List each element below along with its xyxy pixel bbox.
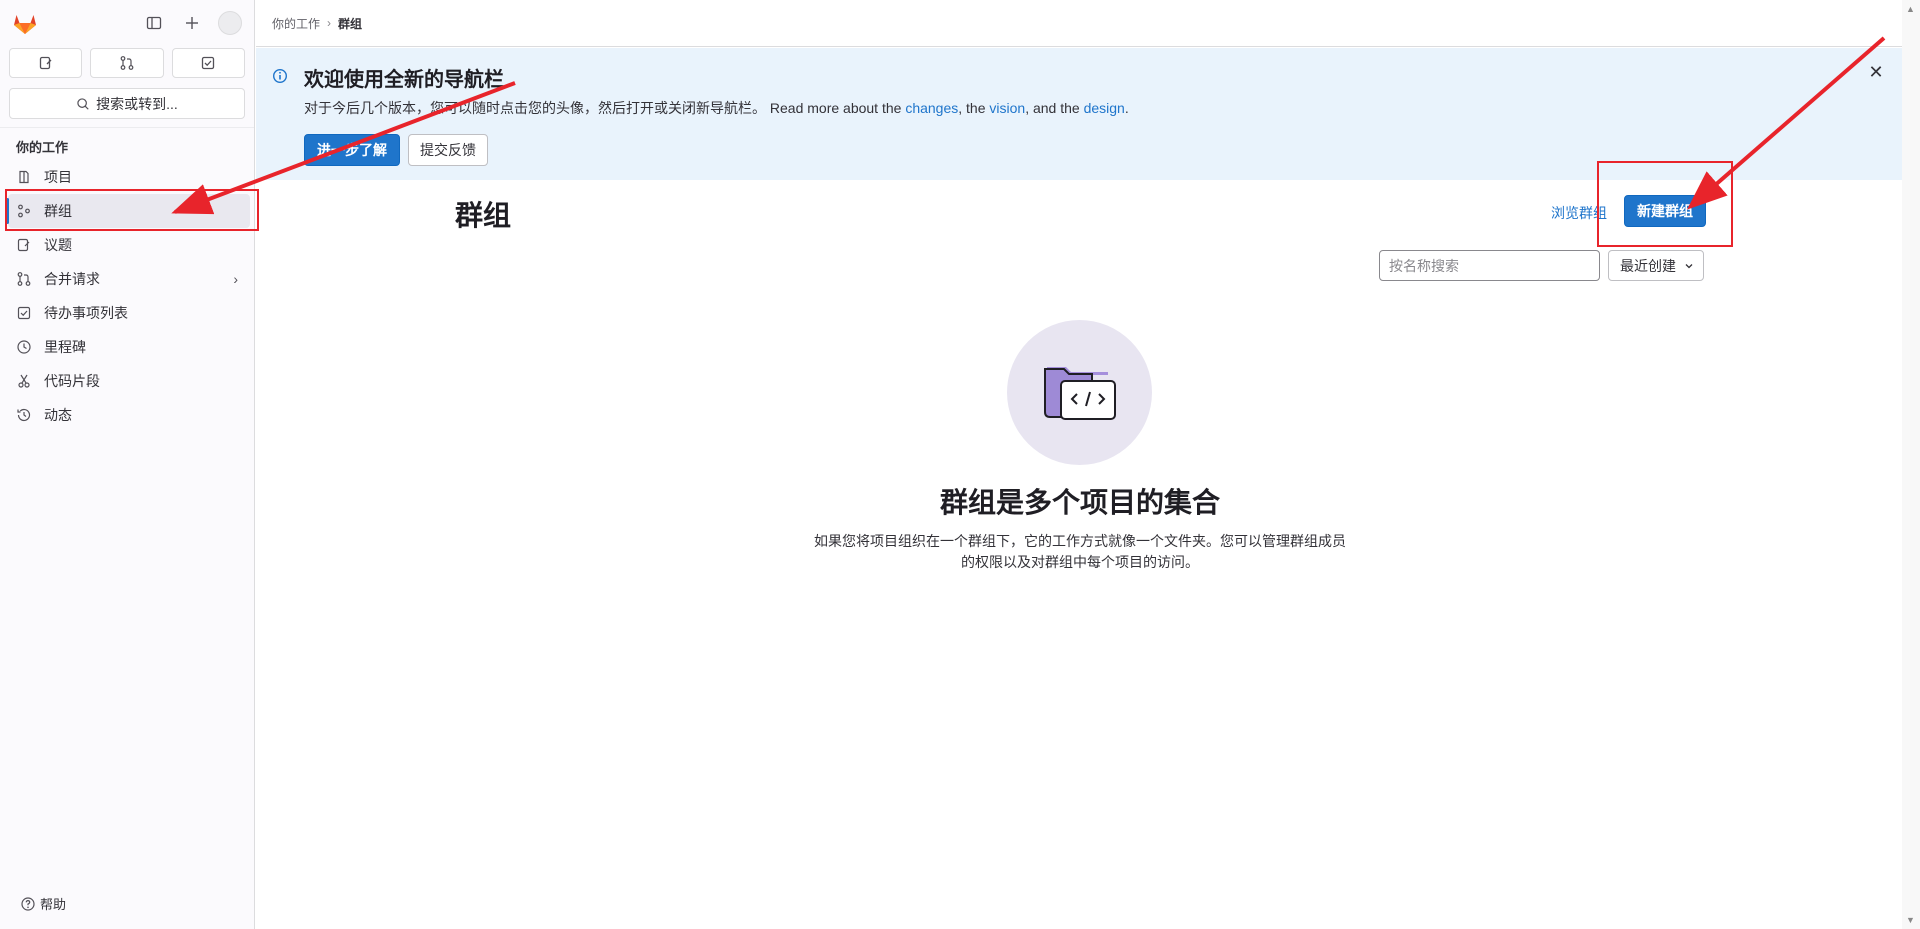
chevron-down-icon [1685, 263, 1693, 268]
todos-shortcut[interactable] [171, 48, 245, 78]
banner-text-sep1: , the [958, 100, 990, 116]
new-navigation-banner: 欢迎使用全新的导航栏 对于今后几个版本，您可以随时点击您的头像，然后打开或关闭新… [256, 48, 1902, 180]
folder-code-icon [1043, 366, 1116, 420]
sidebar-section-title: 你的工作 [16, 140, 69, 155]
merge-requests-shortcut[interactable] [90, 48, 164, 78]
sidebar-item-activity[interactable]: 动态 [8, 398, 250, 432]
banner-actions: 进一步了解 提交反馈 [304, 134, 488, 166]
issues-icon [16, 237, 32, 253]
sort-dropdown[interactable]: 最近创建 [1608, 250, 1704, 281]
project-icon [16, 169, 32, 185]
empty-state-title: 群组是多个项目的集合 [939, 487, 1220, 518]
help-icon [21, 896, 35, 911]
sidebar-search-label: 搜索或转到... [96, 95, 178, 112]
todo-icon [16, 305, 32, 321]
scroll-up-arrow-icon[interactable]: ▲ [1906, 4, 1915, 14]
sidebar-header [0, 0, 254, 46]
sidebar-item-label: 动态 [44, 407, 72, 423]
banner-text-sep2: , and the [1025, 100, 1084, 116]
sidebar-item-groups[interactable]: 群组 [6, 194, 250, 228]
sidebar-item-label: 合并请求 [44, 271, 100, 287]
sidebar-item-milestones[interactable]: 里程碑 [8, 330, 250, 364]
sidebar: 搜索或转到... 你的工作 项目 群组 议题 合并请求 › 待办事项列表 里程碑… [0, 0, 255, 929]
sidebar-item-label: 待办事项列表 [44, 305, 128, 321]
merge-request-icon [16, 271, 32, 287]
banner-text-suffix: . [1124, 100, 1129, 116]
merge-request-icon [120, 56, 134, 70]
new-group-button[interactable]: 新建群组 [1624, 195, 1706, 227]
empty-state-illustration [1007, 320, 1152, 465]
top-bar: 你的工作 › 群组 [256, 0, 1902, 47]
empty-state-description: 如果您将项目组织在一个群组下，它的工作方式就像一个文件夹。您可以管理群组成员的权… [814, 533, 1346, 570]
page-title: 群组 [455, 200, 512, 231]
avatar[interactable] [218, 11, 242, 35]
breadcrumb-current[interactable]: 群组 [338, 15, 362, 32]
banner-text-prefix: 对于今后几个版本，您可以随时点击您的头像，然后打开或关闭新导航栏。 Read m… [304, 100, 906, 116]
breadcrumb-parent[interactable]: 你的工作 [272, 15, 320, 32]
design-link[interactable]: design [1084, 100, 1125, 116]
search-icon [77, 97, 89, 110]
changes-link[interactable]: changes [905, 100, 958, 116]
snippet-icon [16, 373, 32, 389]
banner-text: 对于今后几个版本，您可以随时点击您的头像，然后打开或关闭新导航栏。 Read m… [304, 98, 1129, 118]
browse-groups-link[interactable]: 浏览群组 [1551, 203, 1607, 223]
sidebar-item-snippets[interactable]: 代码片段 [8, 364, 250, 398]
sidebar-item-label: 代码片段 [44, 373, 100, 389]
issues-icon [39, 56, 52, 70]
sidebar-item-label: 项目 [44, 169, 72, 185]
vision-link[interactable]: vision [989, 100, 1025, 116]
gitlab-logo[interactable] [12, 10, 38, 36]
help-button[interactable]: 帮助 [20, 894, 66, 913]
search-input[interactable] [1379, 250, 1600, 281]
issues-shortcut[interactable] [9, 48, 83, 78]
breadcrumb-separator: › [327, 16, 332, 30]
sidebar-item-todos[interactable]: 待办事项列表 [8, 296, 250, 330]
feedback-button[interactable]: 提交反馈 [408, 134, 488, 166]
activity-icon [16, 407, 32, 423]
learn-more-button[interactable]: 进一步了解 [304, 134, 400, 166]
toggle-sidebar-icon[interactable] [142, 11, 166, 35]
sidebar-item-label: 群组 [44, 203, 72, 219]
sort-dropdown-value: 最近创建 [1620, 257, 1676, 274]
sidebar-item-label: 里程碑 [44, 339, 86, 355]
sidebar-search-button[interactable]: 搜索或转到... [9, 88, 245, 119]
sidebar-item-issues[interactable]: 议题 [8, 228, 250, 262]
todo-icon [202, 56, 215, 70]
sidebar-item-projects[interactable]: 项目 [8, 160, 250, 194]
close-icon[interactable]: ✕ [1866, 62, 1886, 83]
sidebar-shortcuts [0, 46, 254, 78]
chevron-right-icon: › [233, 271, 238, 287]
group-icon [16, 203, 32, 219]
milestone-icon [16, 339, 32, 355]
info-icon [272, 68, 288, 84]
banner-title: 欢迎使用全新的导航栏 [304, 69, 504, 91]
scroll-down-arrow-icon[interactable]: ▼ [1906, 915, 1915, 925]
page-scrollbar[interactable]: ▲ ▼ [1902, 0, 1920, 929]
plus-icon[interactable] [180, 11, 204, 35]
sidebar-item-label: 议题 [44, 237, 72, 253]
sidebar-item-merge-requests[interactable]: 合并请求 › [8, 262, 250, 296]
help-label: 帮助 [40, 897, 67, 912]
